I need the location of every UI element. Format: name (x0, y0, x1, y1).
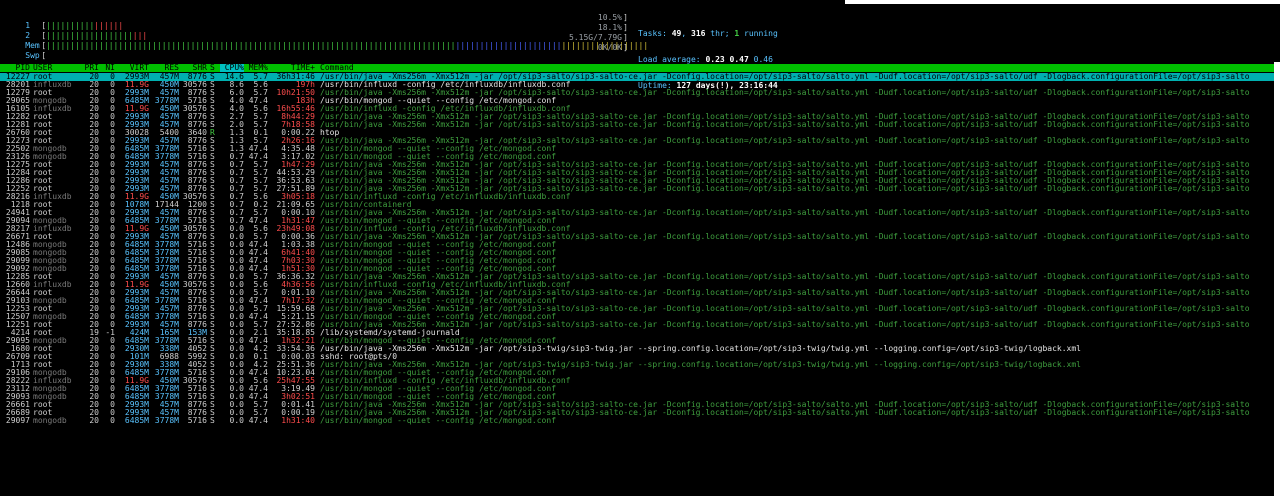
column-header: PID USER PRI NI VIRT RES SHR S CPU% MEM%… (0, 64, 1274, 72)
row-command: /usr/bin/mongod --quiet --config /etc/mo… (320, 97, 557, 105)
row-cpu: 0.0 (229, 416, 244, 425)
row-command: /usr/bin/java -Xms256m -Xmx512m -jar /op… (320, 233, 1250, 241)
row-command: /usr/bin/java -Xms256m -Xmx512m -jar /op… (320, 73, 1250, 81)
mem-meter: Mem [||||||||||||||||||||||||||||||||||||… (25, 33, 649, 50)
meter-value: 18.1% (597, 23, 622, 32)
col-time[interactable]: TIME+ (271, 64, 315, 72)
row-command: /usr/bin/influxd -config /etc/influxdb/i… (320, 281, 571, 289)
meter-label: Swp (25, 51, 40, 60)
row-command: /usr/bin/java -Xms256m -Xmx512m -jar /op… (320, 161, 1250, 169)
scrollbar[interactable] (1274, 62, 1280, 496)
row-command: /usr/bin/mongod --quiet --config /etc/mo… (320, 241, 557, 249)
col-cpu[interactable]: CPU% (220, 64, 244, 72)
cpu1-meter: 1 [|||||||||||||||| 10.5%] (25, 13, 628, 30)
swap-meter: Swp[ 0K/0K] (25, 43, 628, 60)
row-command: /usr/bin/mongod --quiet --config /etc/mo… (320, 217, 557, 225)
row-shr: 5716 (187, 416, 207, 425)
row-time: 1h31:40 (281, 416, 315, 425)
row-command: /usr/bin/mongod --quiet --config /etc/mo… (320, 145, 557, 153)
col-pid[interactable]: PID (0, 64, 30, 72)
row-command: /usr/bin/java -Xms256m -Xmx512m -jar /op… (320, 209, 1250, 217)
tasks-line: Tasks: 49, 316 thr; 1 running (638, 29, 778, 38)
col-pri[interactable]: PRI (83, 64, 99, 72)
row-command: /usr/bin/java -Xms256m -Xmx512m -jar /op… (320, 321, 1250, 329)
row-mem: 47.4 (248, 416, 268, 425)
col-user[interactable]: USER (33, 64, 83, 72)
table-row[interactable]: 29097 mongodb 20 0 6485M 3778M 5716 S 0.0 47.4 1h3… (0, 417, 1274, 425)
meter-value: 10.5% (597, 13, 622, 22)
row-command: /usr/bin/java -Xms256m -Xmx512m -jar /op… (320, 185, 1250, 193)
process-list: 12227 root 20 0 2993M 457M 8776 S 14.6 5.7 36h31:4… (0, 73, 1274, 425)
running-label: running (744, 29, 778, 38)
row-command: /usr/bin/java -Xms256m -Xmx512m -jar /op… (320, 361, 1081, 369)
tasks-count: 49 (671, 29, 682, 38)
row-command: /usr/bin/mongod --quiet --config /etc/mo… (320, 337, 557, 345)
htop-header: 1 [|||||||||||||||| 10.5%] 2 [||||||||||||… (6, 13, 1274, 90)
row-ni: 0 (110, 416, 115, 425)
row-command: /usr/bin/java -Xms256m -Xmx512m -jar /op… (320, 305, 1250, 313)
row-command: /usr/bin/mongod --quiet --config /etc/mo… (320, 153, 557, 161)
tasks-label: Tasks: (638, 29, 667, 38)
col-res[interactable]: RES (151, 64, 179, 72)
row-command: /usr/bin/java -Xms256m -Xmx512m -jar /op… (320, 177, 1250, 185)
load-1min: 0.23 (705, 55, 725, 64)
row-command: /usr/bin/java -Xms256m -Xmx512m -jar /op… (320, 113, 1250, 121)
row-command: /usr/bin/java -Xms256m -Xmx512m -jar /op… (320, 89, 1250, 97)
load-15min: 0.46 (753, 55, 773, 64)
row-command: /usr/bin/java -Xms256m -Xmx512m -jar /op… (320, 169, 1250, 177)
row-res: 3778M (154, 416, 179, 425)
col-command[interactable]: Command (320, 64, 1274, 72)
row-command: /usr/bin/mongod --quiet --config /etc/mo… (320, 393, 557, 401)
row-command: /usr/bin/java -Xms256m -Xmx512m -jar /op… (320, 121, 1250, 129)
row-command: /usr/bin/java -Xms256m -Xmx512m -jar /op… (320, 409, 1250, 417)
meter-value: 5.15G/7.79G (569, 33, 622, 42)
row-command: /usr/bin/java -Xms256m -Xmx512m -jar /op… (320, 137, 1250, 145)
cpu2-meter: 2 [||||||||||||||||||||| 18.1%] (25, 23, 628, 40)
row-user: mongodb (33, 416, 67, 425)
row-command: /usr/bin/mongod --quiet --config /etc/mo… (320, 265, 557, 273)
row-command: /usr/bin/java -Xms256m -Xmx512m -jar /op… (320, 273, 1250, 281)
row-command: /usr/bin/mongod --quiet --config /etc/mo… (320, 385, 557, 393)
row-command: sshd: root@pts/0 (320, 353, 398, 361)
row-command: /usr/bin/mongod --quiet --config /etc/mo… (320, 369, 557, 377)
running-count: 1 (734, 29, 740, 38)
col-mem[interactable]: MEM% (246, 64, 268, 72)
row-command: htop (320, 129, 340, 137)
col-virt[interactable]: VIRT (117, 64, 149, 72)
row-command: /usr/bin/java -Xms256m -Xmx512m -jar /op… (320, 401, 1250, 409)
load-5min: 0.47 (729, 55, 749, 64)
threads-label: thr; (710, 29, 730, 38)
row-virt: 6485M (124, 416, 149, 425)
row-command: /usr/bin/java -Xms256m -Xmx512m -jar /op… (320, 289, 1250, 297)
col-shr[interactable]: SHR (181, 64, 207, 72)
col-ni[interactable]: NI (101, 64, 115, 72)
row-command: /usr/bin/mongod --quiet --config /etc/mo… (320, 297, 557, 305)
row-command: /usr/bin/containerd (320, 201, 412, 209)
row-command: /usr/bin/influxd -config /etc/influxdb/i… (320, 193, 571, 201)
row-state: S (210, 416, 215, 425)
row-command: /usr/bin/influxd -config /etc/influxdb/i… (320, 105, 571, 113)
row-command: /usr/bin/mongod --quiet --config /etc/mo… (320, 257, 557, 265)
row-command: /usr/bin/mongod --quiet --config /etc/mo… (320, 417, 557, 425)
meter-value: 0K/0K (597, 43, 622, 52)
col-state[interactable]: S (210, 64, 218, 72)
row-command: /usr/bin/influxd -config /etc/influxdb/i… (320, 81, 571, 89)
row-command: /usr/bin/mongod --quiet --config /etc/mo… (320, 313, 557, 321)
row-command: /usr/bin/mongod --quiet --config /etc/mo… (320, 249, 557, 257)
row-pri: 20 (89, 416, 99, 425)
row-pid: 29097 (5, 416, 30, 425)
window-edge (845, 0, 1280, 4)
load-label: Load average: (638, 55, 701, 64)
row-command: /usr/bin/influxd -config /etc/influxdb/i… (320, 225, 571, 233)
row-command: /usr/bin/influxd -config /etc/influxdb/i… (320, 377, 571, 385)
row-command: /usr/bin/java -Xms256m -Xmx512m -jar /op… (320, 345, 1081, 353)
threads-count: 316 (691, 29, 706, 38)
row-command: /lib/systemd/systemd-journald (320, 329, 460, 337)
